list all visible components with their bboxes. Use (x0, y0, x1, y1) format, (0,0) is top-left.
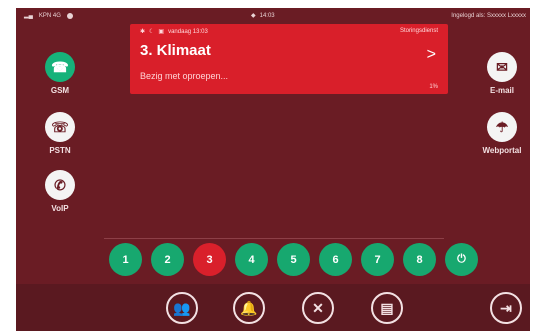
email-button[interactable]: ✉ E-mail (482, 52, 522, 95)
alert-datetime: vandaag 13:03 (168, 28, 208, 35)
signal-icon: ▂▄ (24, 13, 33, 19)
divider (104, 238, 444, 239)
phone-icon: ☎ (45, 52, 75, 82)
tools-icon[interactable]: ✕ (302, 292, 334, 324)
document-icon[interactable]: ▤ (371, 292, 403, 324)
status-bar: ▂▄ KPN 4G ◆ 14:03 Ingelogd als: Sxxxxx L… (16, 8, 530, 24)
logout-icon[interactable]: ⇥ (490, 292, 522, 324)
pstn-button[interactable]: ☏ PSTN (40, 112, 80, 155)
alert-card[interactable]: ✱ ☾ ▣ vandaag 13:03 Storingsdienst 3. Kl… (130, 24, 448, 94)
webportal-button[interactable]: ☂ Webportal (482, 112, 522, 155)
wifi-icon: ◆ (251, 13, 256, 19)
alert-flag-icon: ✱ (140, 29, 146, 35)
carrier-text: KPN 4G (38, 13, 61, 19)
bottom-toolbar: 👥 🔔 ✕ ▤ ⇥ (16, 284, 530, 331)
email-label: E-mail (489, 86, 514, 95)
zone-button-8[interactable]: 8 (403, 243, 436, 276)
zone-button-5[interactable]: 5 (277, 243, 310, 276)
webportal-label: Webportal (482, 146, 522, 155)
status-left: ▂▄ KPN 4G (24, 8, 73, 24)
zone-button-6[interactable]: 6 (319, 243, 352, 276)
alert-top: ✱ ☾ ▣ vandaag 13:03 (140, 28, 208, 36)
telephone-icon: ☏ (45, 112, 75, 142)
zone-button-7[interactable]: 7 (361, 243, 394, 276)
alert-subtitle: Bezig met oproepen... (140, 71, 229, 81)
power-plug-icon[interactable]: ⏻ (445, 243, 478, 276)
alert-calendar-icon: ▣ (158, 29, 165, 35)
gsm-label: GSM (50, 86, 70, 95)
voip-phone-icon: ✆ (45, 170, 75, 200)
status-center: ◆ 14:03 (251, 8, 275, 24)
alert-meta: 1% (429, 84, 438, 90)
status-right: Ingelogd als: Sxxxxx Lxxxxx (451, 13, 526, 19)
chevron-right-icon[interactable]: > (427, 46, 436, 64)
pstn-label: PSTN (49, 146, 71, 155)
zone-button-2[interactable]: 2 (151, 243, 184, 276)
alert-service: Storingsdienst (399, 28, 438, 34)
alert-title: 3. Klimaat (140, 42, 211, 59)
voip-label: VoIP (51, 204, 69, 213)
voip-button[interactable]: ✆ VoIP (40, 170, 80, 213)
gsm-button[interactable]: ☎ GSM (40, 52, 80, 95)
screen: ▂▄ KPN 4G ◆ 14:03 Ingelogd als: Sxxxxx L… (16, 8, 530, 331)
alert-moon-icon: ☾ (149, 29, 155, 35)
group-icon[interactable]: 👥 (166, 292, 198, 324)
status-time: 14:03 (259, 13, 275, 19)
web-icon: ☂ (487, 112, 517, 142)
alarm-bell-icon[interactable]: 🔔 (233, 292, 265, 324)
zone-button-3[interactable]: 3 (193, 243, 226, 276)
settings-dot-icon (66, 13, 73, 19)
zone-button-1[interactable]: 1 (109, 243, 142, 276)
zone-button-4[interactable]: 4 (235, 243, 268, 276)
zone-buttons: 1 2 3 4 5 6 7 8 ⏻ (109, 243, 478, 276)
mail-icon: ✉ (487, 52, 517, 82)
